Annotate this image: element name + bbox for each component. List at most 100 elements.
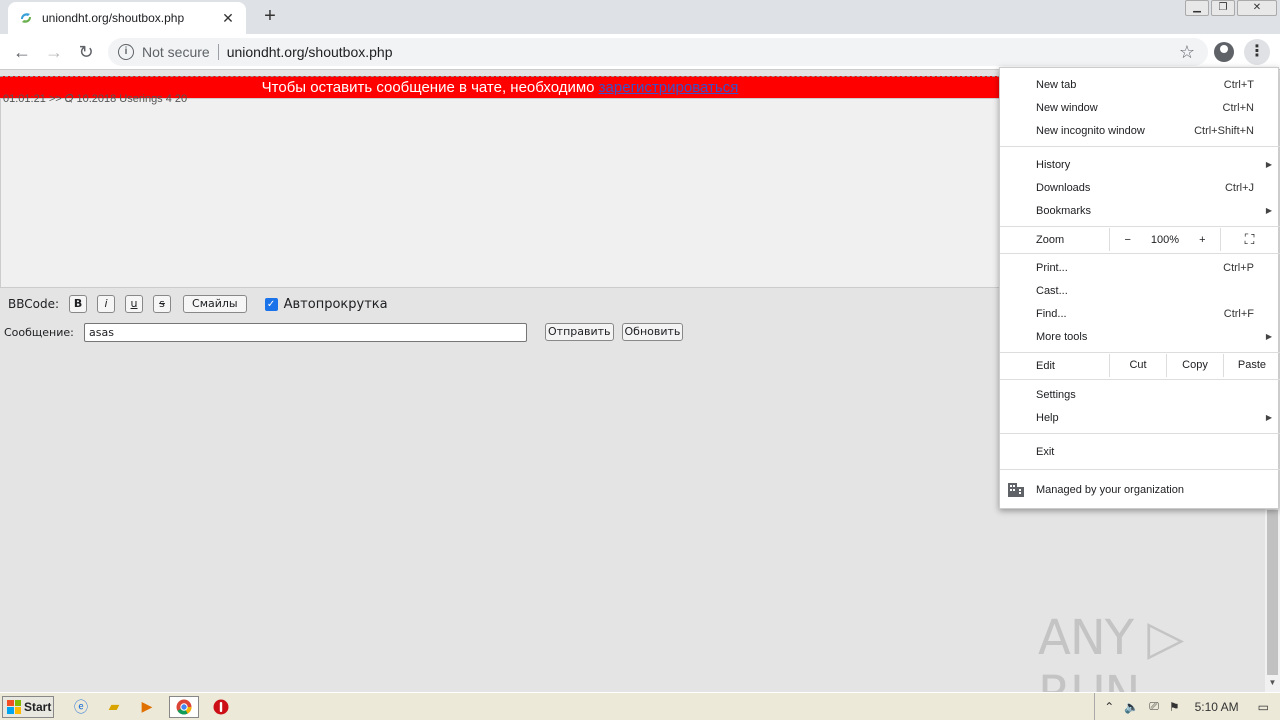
paste-button[interactable]: Paste bbox=[1223, 354, 1280, 377]
menu-label: Print... bbox=[1036, 261, 1068, 274]
not-secure-label: Not secure bbox=[142, 44, 210, 60]
menu-label: Help bbox=[1036, 411, 1059, 424]
profile-avatar-icon[interactable] bbox=[1214, 42, 1234, 62]
show-desktop-icon[interactable]: ▭ bbox=[1258, 700, 1269, 714]
close-window-button[interactable]: ✕ bbox=[1237, 0, 1277, 16]
strike-button[interactable]: s bbox=[153, 295, 172, 313]
zoom-controls: − 100% + bbox=[1109, 228, 1221, 251]
omnibox-separator bbox=[217, 44, 219, 60]
bbcode-toolbar: BBCode: B i u s Смайлы ✓ Автопрокрутка bbox=[0, 290, 1000, 318]
windows-taskbar: Start ⓔ ▰ ▶ ⌃ 🔈 ⎚ ⚑ 5:10 AM ▭ bbox=[0, 692, 1280, 720]
menu-item-new-incognito[interactable]: New incognito window Ctrl+Shift+N bbox=[1000, 119, 1280, 142]
menu-label: New tab bbox=[1036, 78, 1077, 91]
menu-item-managed[interactable]: Managed by your organization bbox=[1000, 477, 1280, 503]
chat-line: 01:01:21 >> 𝑄 10.2018 Userings 4 20 bbox=[3, 93, 188, 105]
menu-shortcut: Ctrl+J bbox=[1224, 181, 1254, 194]
action-center-flag-icon[interactable]: ⚑ bbox=[1169, 700, 1180, 714]
italic-button[interactable]: i bbox=[97, 295, 116, 313]
menu-item-history[interactable]: History ▶ bbox=[1000, 153, 1280, 176]
submenu-arrow-icon: ▶ bbox=[1265, 160, 1272, 169]
menu-kebab-icon[interactable]: ⋮ bbox=[1244, 39, 1270, 65]
tab-close-icon[interactable]: ✕ bbox=[220, 10, 236, 27]
menu-label: Find... bbox=[1036, 307, 1067, 320]
menu-label: Exit bbox=[1036, 445, 1055, 458]
chat-messages-box[interactable]: 01:01:21 >> 𝑄 10.2018 Userings 4 20 bbox=[0, 93, 1000, 288]
menu-item-settings[interactable]: Settings bbox=[1000, 383, 1280, 406]
cut-button[interactable]: Cut bbox=[1109, 354, 1166, 377]
menu-separator bbox=[1000, 253, 1280, 254]
menu-edit-row: Edit Cut Copy Paste bbox=[1000, 354, 1280, 377]
send-button[interactable]: Отправить bbox=[545, 323, 614, 341]
menu-shortcut: Ctrl+P bbox=[1223, 261, 1254, 274]
browser-tab[interactable]: uniondht.org/shoutbox.php ✕ bbox=[8, 2, 246, 34]
menu-item-exit[interactable]: Exit bbox=[1000, 440, 1280, 463]
back-arrow-icon[interactable]: ← bbox=[10, 40, 34, 64]
browser-toolbar: ← → ↻ i Not secure uniondht.org/shoutbox… bbox=[0, 34, 1280, 70]
url-text[interactable]: uniondht.org/shoutbox.php bbox=[227, 44, 393, 60]
menu-separator bbox=[1000, 226, 1280, 227]
menu-shortcut: Ctrl+N bbox=[1222, 101, 1254, 114]
window-controls: ▁ ❐ ✕ bbox=[1183, 0, 1277, 18]
reload-icon[interactable]: ↻ bbox=[74, 40, 98, 64]
site-favicon-icon bbox=[18, 10, 34, 26]
menu-item-find[interactable]: Find... Ctrl+F bbox=[1000, 302, 1280, 325]
system-tray: ⌃ 🔈 ⎚ ⚑ 5:10 AM ▭ bbox=[1094, 693, 1280, 720]
menu-shortcut: Ctrl+T bbox=[1223, 78, 1254, 91]
submenu-arrow-icon: ▶ bbox=[1265, 332, 1272, 341]
menu-separator bbox=[1000, 352, 1280, 353]
refresh-button[interactable]: Обновить bbox=[621, 323, 684, 341]
menu-label: New incognito window bbox=[1036, 124, 1145, 137]
windows-logo-icon bbox=[7, 699, 21, 714]
bold-button[interactable]: B bbox=[69, 295, 88, 313]
menu-item-new-window[interactable]: New window Ctrl+N bbox=[1000, 96, 1280, 119]
menu-zoom-row: Zoom − 100% + ⛶ bbox=[1000, 228, 1280, 251]
smileys-button[interactable]: Смайлы bbox=[183, 295, 247, 313]
network-icon[interactable]: ⎚ bbox=[1149, 699, 1159, 714]
menu-separator bbox=[1000, 469, 1280, 470]
banner-text: Чтобы оставить сообщение в чате, необход… bbox=[261, 79, 599, 96]
menu-item-cast[interactable]: Cast... bbox=[1000, 279, 1280, 302]
opera-stop-icon[interactable] bbox=[210, 696, 232, 718]
message-input[interactable]: asas bbox=[84, 322, 527, 342]
edit-label: Edit bbox=[1036, 359, 1055, 372]
autoscroll-checkbox[interactable]: ✓ bbox=[264, 297, 278, 311]
menu-item-downloads[interactable]: Downloads Ctrl+J bbox=[1000, 176, 1280, 199]
chrome-taskbar-icon[interactable] bbox=[169, 695, 199, 718]
fullscreen-icon[interactable]: ⛶ bbox=[1221, 231, 1278, 248]
ie-icon[interactable]: ⓔ bbox=[70, 696, 92, 718]
restore-button[interactable]: ❐ bbox=[1211, 0, 1235, 16]
tray-expand-icon[interactable]: ⌃ bbox=[1104, 700, 1114, 714]
menu-item-help[interactable]: Help ▶ bbox=[1000, 406, 1280, 429]
info-icon[interactable]: i bbox=[118, 44, 134, 60]
zoom-out-button[interactable]: − bbox=[1110, 234, 1145, 246]
menu-label: More tools bbox=[1036, 330, 1088, 343]
menu-label: Bookmarks bbox=[1036, 204, 1092, 217]
menu-item-print[interactable]: Print... Ctrl+P bbox=[1000, 256, 1280, 279]
underline-button[interactable]: u bbox=[125, 295, 144, 313]
bookmark-star-icon[interactable]: ☆ bbox=[1175, 40, 1199, 64]
menu-separator bbox=[1000, 146, 1280, 147]
media-player-icon[interactable]: ▶ bbox=[136, 696, 158, 718]
building-icon bbox=[1008, 483, 1024, 497]
menu-item-bookmarks[interactable]: Bookmarks ▶ bbox=[1000, 199, 1280, 222]
menu-item-new-tab[interactable]: New tab Ctrl+T bbox=[1000, 73, 1280, 96]
start-label: Start bbox=[24, 699, 52, 714]
menu-label: Cast... bbox=[1036, 284, 1068, 297]
menu-item-more-tools[interactable]: More tools ▶ bbox=[1000, 325, 1280, 348]
zoom-in-button[interactable]: + bbox=[1185, 234, 1220, 246]
start-button[interactable]: Start bbox=[2, 695, 54, 718]
forward-arrow-icon[interactable]: → bbox=[42, 40, 66, 64]
message-row: Сообщение: asas Отправить Обновить bbox=[0, 320, 684, 344]
address-bar[interactable]: i Not secure uniondht.org/shoutbox.php bbox=[108, 38, 1208, 66]
volume-icon[interactable]: 🔈 bbox=[1124, 700, 1139, 714]
minimize-button[interactable]: ▁ bbox=[1185, 0, 1209, 16]
explorer-folder-icon[interactable]: ▰ bbox=[103, 696, 125, 718]
new-tab-button[interactable]: + bbox=[258, 6, 282, 28]
register-link[interactable]: зарегистрироваться bbox=[599, 79, 739, 96]
menu-label: Downloads bbox=[1036, 181, 1091, 194]
menu-label: Settings bbox=[1036, 388, 1076, 401]
clock[interactable]: 5:10 AM bbox=[1195, 700, 1239, 714]
menu-separator bbox=[1000, 379, 1280, 380]
submenu-arrow-icon: ▶ bbox=[1265, 206, 1272, 215]
copy-button[interactable]: Copy bbox=[1166, 354, 1223, 377]
